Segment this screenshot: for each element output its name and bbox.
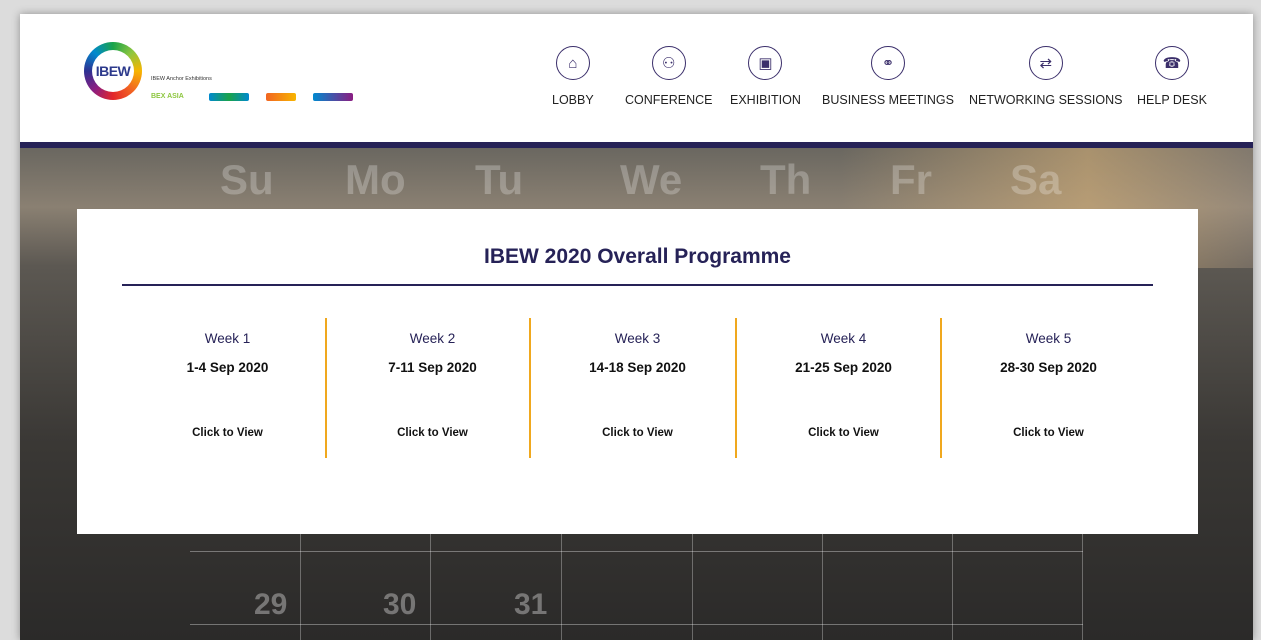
calendar-line [822,534,823,640]
nav-lobby[interactable]: ⌂ LOBBY [552,46,594,107]
calendar-line [190,551,1083,552]
programme-card: IBEW 2020 Overall Programme Week 1 1-4 S… [77,209,1198,534]
calendar-line [1082,534,1083,640]
calendar-date: 29 [254,588,288,621]
week-name: Week 5 [1025,331,1072,346]
app-frame: IBEW IBEW Anchor Exhibitions BEX ASIA ⌂ … [20,14,1253,640]
week-separator [325,318,327,458]
week-column: Week 4 21-25 Sep 2020 Click to View [741,318,946,458]
logo-inner: IBEW [92,50,134,92]
week-name: Week 1 [204,331,251,346]
calendar-line [190,624,1083,625]
home-icon: ⌂ [555,46,590,80]
partner-bex-asia: BEX ASIA [151,93,184,100]
help-desk-icon: ☎ [1154,46,1189,80]
calendar-day: We [620,156,683,203]
week-dates: 14-18 Sep 2020 [589,360,686,375]
header: IBEW IBEW Anchor Exhibitions BEX ASIA ⌂ … [20,14,1253,142]
programme-title: IBEW 2020 Overall Programme [484,245,791,268]
click-to-view-link[interactable]: Click to View [535,427,740,439]
partner-logo-4 [313,93,353,101]
week-name: Week 2 [409,331,456,346]
calendar-date: 31 [514,588,548,621]
week-column: Week 3 14-18 Sep 2020 Click to View [535,318,740,458]
week-dates: 1-4 Sep 2020 [186,360,269,375]
calendar-line [430,534,431,640]
week-separator [940,318,942,458]
title-underline [122,284,1153,286]
nav-business-meetings[interactable]: ⚭ BUSINESS MEETINGS [822,46,954,107]
partner-logo-3 [266,93,296,101]
week-name: Week 3 [614,331,661,346]
partner-logo-2 [209,93,249,101]
nav-label: CONFERENCE [625,93,713,107]
week-dates: 7-11 Sep 2020 [388,360,477,375]
week-separator [529,318,531,458]
week-column: Week 5 28-30 Sep 2020 Click to View [946,318,1151,458]
week-dates: 28-30 Sep 2020 [1000,360,1097,375]
nav-label: BUSINESS MEETINGS [822,93,954,107]
week-column: Week 1 1-4 Sep 2020 Click to View [125,318,330,458]
click-to-view-link[interactable]: Click to View [741,427,946,439]
calendar-line [692,534,693,640]
business-meetings-icon: ⚭ [870,46,905,80]
exhibition-icon: ▣ [748,46,783,80]
week-separator [735,318,737,458]
nav-help-desk[interactable]: ☎ HELP DESK [1137,46,1207,107]
conference-icon: ⚇ [651,46,686,80]
nav-label: EXHIBITION [730,93,801,107]
week-dates: 21-25 Sep 2020 [795,360,892,375]
logo-text: IBEW [95,63,131,79]
week-name: Week 4 [820,331,867,346]
calendar-day: Th [760,156,812,203]
calendar-day: Mo [345,156,406,203]
anchor-exhibitions-label: IBEW Anchor Exhibitions [151,76,212,82]
calendar-line [300,534,301,640]
calendar-day: Tu [475,156,524,203]
calendar-day: Sa [1010,156,1062,203]
nav-label: LOBBY [552,93,594,107]
click-to-view-link[interactable]: Click to View [125,427,330,439]
nav-networking-sessions[interactable]: ⇄ NETWORKING SESSIONS [969,46,1123,107]
calendar-day: Su [220,156,274,203]
nav-conference[interactable]: ⚇ CONFERENCE [625,46,713,107]
calendar-date: 30 [383,588,417,621]
networking-icon: ⇄ [1028,46,1063,80]
calendar-line [561,534,562,640]
nav-label: HELP DESK [1137,93,1207,107]
click-to-view-link[interactable]: Click to View [946,427,1151,439]
click-to-view-link[interactable]: Click to View [330,427,535,439]
calendar-line [952,534,953,640]
ibew-logo[interactable]: IBEW [84,42,142,100]
week-column: Week 2 7-11 Sep 2020 Click to View [330,318,535,458]
nav-exhibition[interactable]: ▣ EXHIBITION [730,46,801,107]
nav-label: NETWORKING SESSIONS [969,93,1123,107]
calendar-day: Fr [890,156,932,203]
